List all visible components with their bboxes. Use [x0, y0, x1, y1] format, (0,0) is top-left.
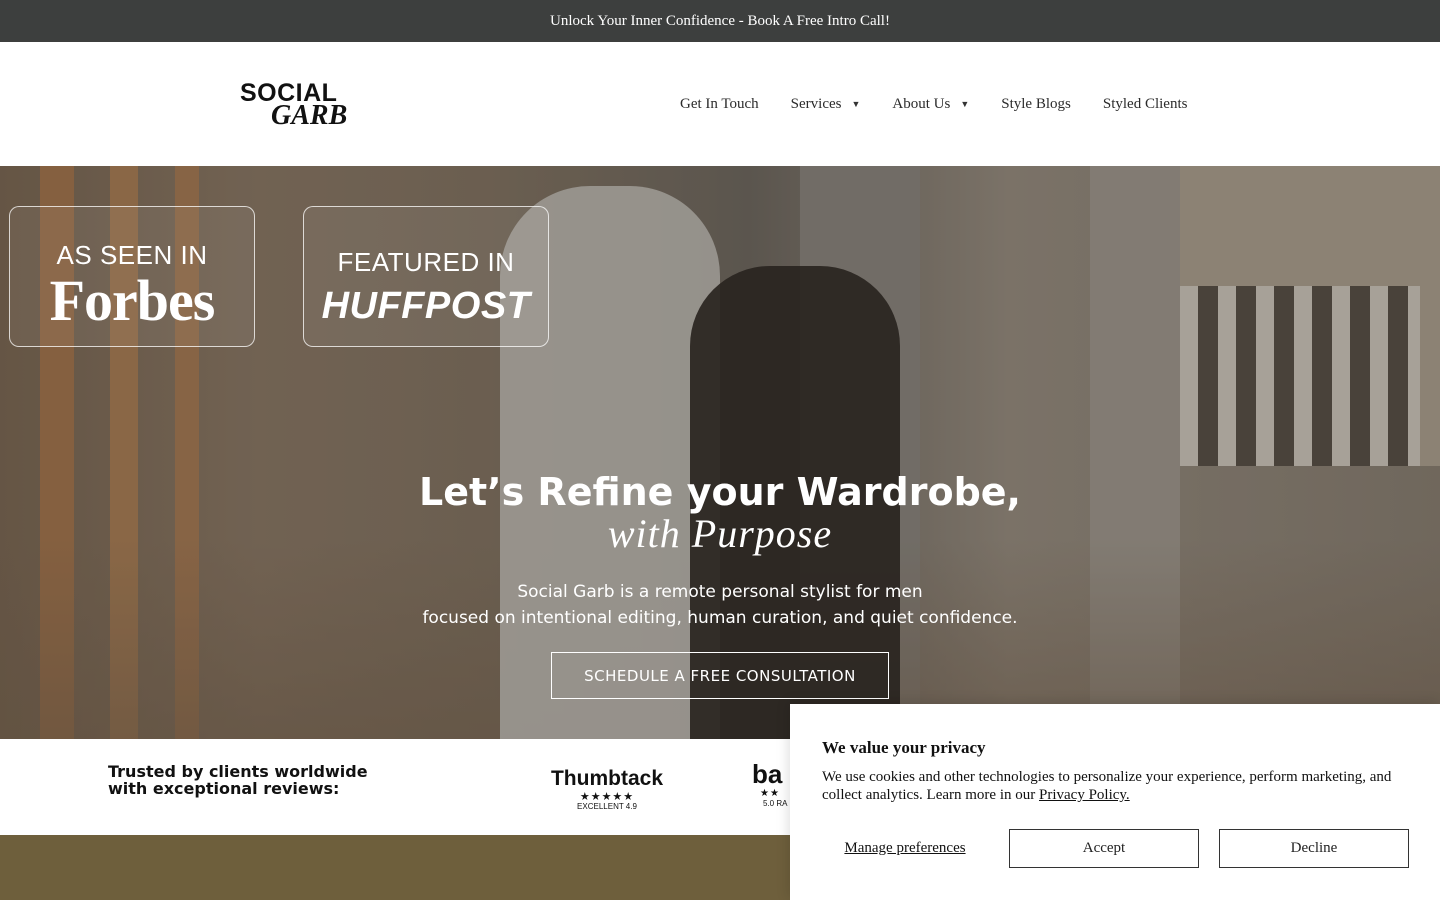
nav-get-in-touch-label: Get In Touch — [680, 95, 759, 112]
nav-style-blogs-label: Style Blogs — [1001, 95, 1071, 112]
thumbtack-review-logo[interactable]: Thumbtack ★★★★★ EXCELLENT 4.9 — [548, 767, 666, 811]
hero-subtitle-line-2: focused on intentional editing, human cu… — [422, 608, 1018, 628]
nav-get-in-touch[interactable]: Get In Touch — [680, 96, 759, 113]
nav-services-label: Services — [790, 95, 842, 112]
nav-about-us[interactable]: About Us ▼ — [892, 96, 969, 113]
star-rating-icon: ★★★★★ — [579, 790, 635, 803]
huffpost-badge: FEATURED IN HUFFPOST — [303, 206, 549, 347]
hero-title-italic: with Purpose — [607, 511, 833, 556]
manage-preferences-button[interactable]: Manage preferences — [822, 829, 988, 867]
huffpost-logo: HUFFPOST — [321, 285, 531, 327]
nav-services[interactable]: Services ▼ — [791, 96, 861, 113]
announcement-bar[interactable]: Unlock Your Inner Confidence - Book A Fr… — [0, 0, 1440, 42]
hero-title: Let’s Refine your Wardrobe, — [419, 470, 1021, 514]
decline-button[interactable]: Decline — [1219, 829, 1409, 868]
privacy-policy-link[interactable]: Privacy Policy. — [1039, 787, 1130, 803]
hero-subtitle-line-1: Social Garb is a remote personal stylist… — [517, 582, 923, 602]
chevron-down-icon: ▼ — [851, 99, 861, 109]
forbes-badge: AS SEEN IN Forbes — [9, 206, 255, 347]
nav-styled-clients-label: Styled Clients — [1102, 95, 1188, 112]
trusted-text: Trusted by clients worldwide with except… — [108, 762, 368, 798]
forbes-logo: Forbes — [49, 268, 216, 333]
logo-line-2: GARB — [271, 100, 348, 131]
chevron-down-icon: ▼ — [960, 99, 970, 109]
schedule-consultation-button[interactable]: SCHEDULE A FREE CONSULTATION — [551, 652, 889, 699]
nav-styled-clients[interactable]: Styled Clients — [1103, 96, 1188, 113]
accept-button[interactable]: Accept — [1009, 829, 1199, 868]
site-header: SOCIAL GARB Get In Touch Services ▼ Abou… — [0, 42, 1440, 166]
hero-section: AS SEEN IN Forbes FEATURED IN HUFFPOST L… — [0, 166, 1440, 739]
cookie-banner: We value your privacy We use cookies and… — [790, 704, 1440, 900]
cookie-title: We value your privacy — [822, 738, 986, 757]
main-nav: Get In Touch Services ▼ About Us ▼ Style… — [680, 92, 1187, 116]
announcement-text[interactable]: Unlock Your Inner Confidence - Book A Fr… — [550, 13, 890, 30]
thumbtack-name: Thumbtack — [550, 767, 663, 790]
nav-style-blogs[interactable]: Style Blogs — [1001, 96, 1071, 113]
thumbtack-rating: EXCELLENT 4.9 — [577, 802, 637, 811]
cookie-body: We use cookies and other technologies to… — [822, 768, 1412, 804]
nav-about-us-label: About Us — [892, 95, 951, 112]
site-logo[interactable]: SOCIAL GARB — [240, 80, 360, 130]
huffpost-badge-caption: FEATURED IN — [337, 247, 515, 277]
